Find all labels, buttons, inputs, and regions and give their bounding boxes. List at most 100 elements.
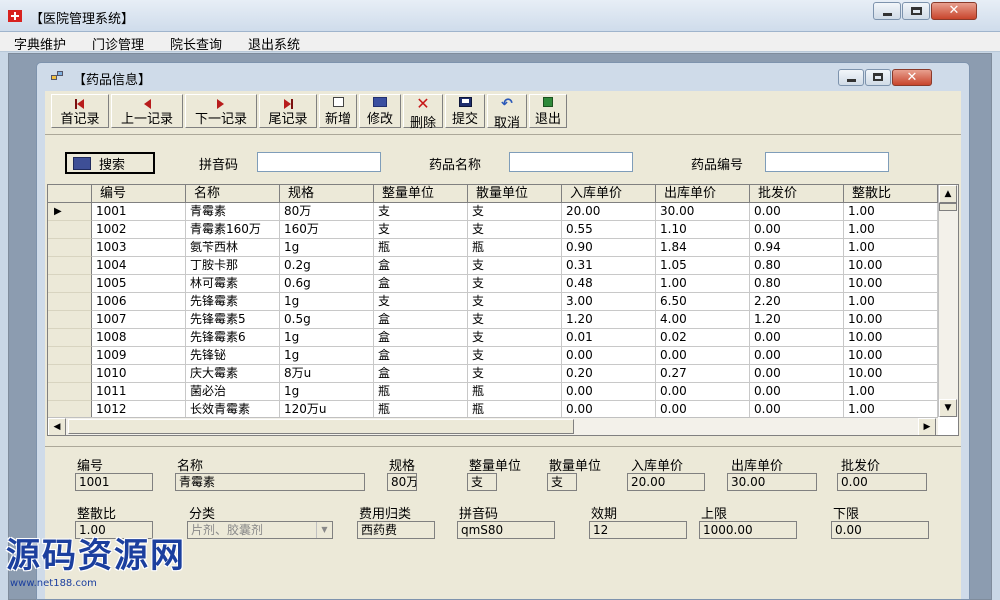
table-cell[interactable]: 先锋霉素 — [186, 293, 280, 311]
table-cell[interactable]: 0.31 — [562, 257, 656, 275]
table-cell[interactable]: 160万 — [280, 221, 374, 239]
row-indicator[interactable] — [48, 293, 92, 311]
table-cell[interactable]: 1.00 — [844, 293, 938, 311]
detail-loose-unit-field[interactable]: 支 — [547, 473, 577, 491]
menu-director-query[interactable]: 院长查询 — [170, 34, 222, 53]
delete-button[interactable]: ✕ 删除 — [403, 94, 443, 131]
vertical-scrollbar[interactable]: ▲ ▼ — [938, 185, 958, 417]
detail-fee-field[interactable]: 西药费 — [357, 521, 435, 539]
next-record-button[interactable]: 下一记录 — [185, 94, 257, 128]
first-record-button[interactable]: 首记录 — [51, 94, 109, 128]
table-cell[interactable]: 1008 — [92, 329, 186, 347]
column-header[interactable]: 整散比 — [844, 185, 938, 203]
column-header[interactable]: 编号 — [92, 185, 186, 203]
table-cell[interactable]: 0.00 — [656, 383, 750, 401]
scroll-right-arrow-icon[interactable]: ▶ — [918, 418, 936, 435]
table-cell[interactable]: 1.00 — [844, 203, 938, 221]
pinyin-search-input[interactable] — [257, 152, 381, 172]
table-cell[interactable]: 0.5g — [280, 311, 374, 329]
table-cell[interactable]: 0.55 — [562, 221, 656, 239]
edit-button[interactable]: 修改 — [359, 94, 401, 128]
table-cell[interactable]: 0.00 — [562, 347, 656, 365]
table-cell[interactable]: 先锋铋 — [186, 347, 280, 365]
table-cell[interactable]: 0.00 — [562, 383, 656, 401]
row-indicator[interactable] — [48, 329, 92, 347]
new-button[interactable]: 新增 — [319, 94, 357, 128]
table-cell[interactable]: 1.00 — [656, 275, 750, 293]
last-record-button[interactable]: 尾记录 — [259, 94, 317, 128]
table-cell[interactable]: 0.80 — [750, 275, 844, 293]
table-cell[interactable]: 1.00 — [844, 383, 938, 401]
table-cell[interactable]: 0.90 — [562, 239, 656, 257]
table-cell[interactable]: 4.00 — [656, 311, 750, 329]
detail-out-price-field[interactable]: 30.00 — [727, 473, 817, 491]
table-cell[interactable]: 1.10 — [656, 221, 750, 239]
table-cell[interactable]: 0.80 — [750, 257, 844, 275]
table-cell[interactable]: 氨苄西林 — [186, 239, 280, 257]
table-cell[interactable]: 0.00 — [750, 347, 844, 365]
table-cell[interactable]: 0.6g — [280, 275, 374, 293]
table-cell[interactable]: 10.00 — [844, 329, 938, 347]
table-cell[interactable]: 6.50 — [656, 293, 750, 311]
detail-category-select[interactable]: 片剂、胶囊剂 ▼ — [187, 521, 333, 539]
chevron-down-icon[interactable]: ▼ — [316, 522, 332, 538]
row-indicator[interactable] — [48, 275, 92, 293]
table-cell[interactable]: 0.00 — [750, 383, 844, 401]
menu-exit-system[interactable]: 退出系统 — [248, 34, 300, 53]
table-cell[interactable]: 盒 — [374, 329, 468, 347]
detail-unit-field[interactable]: 支 — [467, 473, 497, 491]
table-cell[interactable]: 支 — [468, 293, 562, 311]
column-header[interactable]: 规格 — [280, 185, 374, 203]
table-cell[interactable]: 1007 — [92, 311, 186, 329]
table-cell[interactable]: 1g — [280, 293, 374, 311]
table-cell[interactable]: 0.48 — [562, 275, 656, 293]
scroll-left-arrow-icon[interactable]: ◀ — [48, 418, 66, 435]
table-cell[interactable]: 10.00 — [844, 275, 938, 293]
table-cell[interactable]: 0.02 — [656, 329, 750, 347]
maximize-button[interactable] — [902, 2, 930, 20]
table-cell[interactable]: 1001 — [92, 203, 186, 221]
table-cell[interactable]: 1.20 — [750, 311, 844, 329]
table-cell[interactable]: 支 — [468, 347, 562, 365]
detail-code-field[interactable]: 1001 — [75, 473, 153, 491]
table-cell[interactable]: 1002 — [92, 221, 186, 239]
table-row[interactable]: 1007 先锋霉素5 0.5g 盒支 1.20 4.00 1.20 10.00 — [48, 311, 938, 329]
search-button[interactable]: 搜索 — [65, 152, 155, 174]
table-cell[interactable]: 庆大霉素 — [186, 365, 280, 383]
table-cell[interactable]: 0.00 — [750, 329, 844, 347]
vertical-scroll-thumb[interactable] — [939, 203, 957, 211]
table-cell[interactable]: 0.00 — [656, 347, 750, 365]
table-cell[interactable]: 先锋霉素5 — [186, 311, 280, 329]
table-cell[interactable]: 支 — [374, 293, 468, 311]
table-cell[interactable]: 支 — [468, 203, 562, 221]
table-cell[interactable]: 0.2g — [280, 257, 374, 275]
current-row-marker-icon[interactable]: ▶ — [48, 203, 92, 221]
table-cell[interactable]: 1g — [280, 347, 374, 365]
table-cell[interactable]: 10.00 — [844, 347, 938, 365]
table-row[interactable]: 1003 氨苄西林 1g 瓶瓶 0.90 1.84 0.94 1.00 — [48, 239, 938, 257]
prev-record-button[interactable]: 上一记录 — [111, 94, 183, 128]
table-cell[interactable]: 菌必治 — [186, 383, 280, 401]
column-header[interactable]: 出库单价 — [656, 185, 750, 203]
table-cell[interactable]: 0.27 — [656, 365, 750, 383]
scroll-down-arrow-icon[interactable]: ▼ — [939, 399, 957, 417]
table-cell[interactable]: 0.00 — [750, 365, 844, 383]
table-row[interactable]: 1004 丁胺卡那 0.2g 盒支 0.31 1.05 0.80 10.00 — [48, 257, 938, 275]
table-cell[interactable]: 瓶 — [468, 383, 562, 401]
table-cell[interactable]: 1.84 — [656, 239, 750, 257]
table-cell[interactable]: 丁胺卡那 — [186, 257, 280, 275]
table-cell[interactable]: 盒 — [374, 347, 468, 365]
drug-name-search-input[interactable] — [509, 152, 633, 172]
table-row[interactable]: 1005 林可霉素 0.6g 盒支 0.48 1.00 0.80 10.00 — [48, 275, 938, 293]
menu-outpatient[interactable]: 门诊管理 — [92, 34, 144, 53]
table-cell[interactable]: 1003 — [92, 239, 186, 257]
table-cell[interactable]: 1004 — [92, 257, 186, 275]
column-header[interactable]: 名称 — [186, 185, 280, 203]
child-close-button[interactable]: ✕ — [892, 69, 932, 86]
horizontal-scroll-thumb[interactable] — [68, 419, 574, 434]
table-row[interactable]: 1002 青霉素160万 160万支支 0.55 1.10 0.00 1.00 — [48, 221, 938, 239]
table-row[interactable]: 1009 先锋铋 1g 盒支 0.00 0.00 0.00 10.00 — [48, 347, 938, 365]
table-cell[interactable]: 支 — [468, 257, 562, 275]
detail-validity-field[interactable]: 12 — [589, 521, 687, 539]
table-cell[interactable]: 先锋霉素6 — [186, 329, 280, 347]
